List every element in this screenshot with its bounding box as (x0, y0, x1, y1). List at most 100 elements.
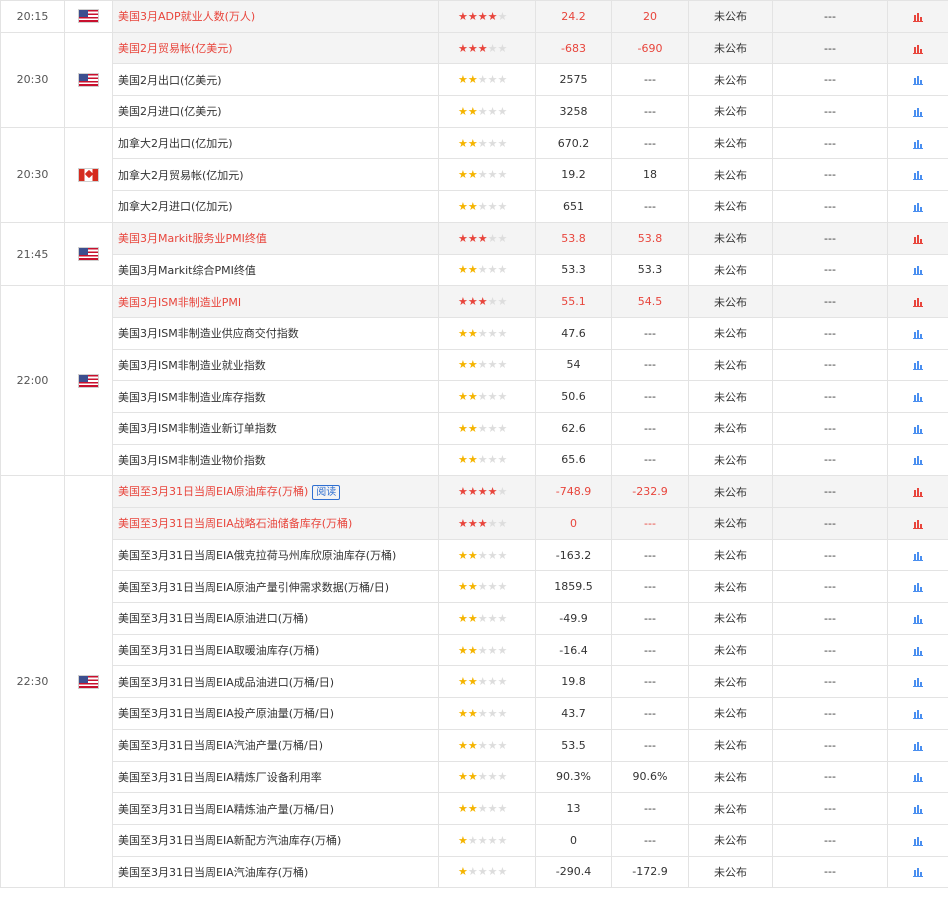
event-name[interactable]: 美国3月Markit综合PMI终值 (118, 264, 256, 277)
event-name-cell[interactable]: 美国3月ISM非制造业物价指数 (112, 443, 439, 477)
event-name-cell[interactable]: 美国3月ISM非制造业就业指数 (112, 348, 439, 382)
bar-chart-icon[interactable] (913, 551, 923, 561)
event-name-cell[interactable]: 美国至3月31日当周EIA精炼油产量(万桶/日) (112, 792, 439, 825)
event-name[interactable]: 美国2月进口(亿美元) (118, 105, 222, 118)
event-name[interactable]: 加拿大2月进口(亿加元) (118, 200, 233, 213)
bar-chart-icon[interactable] (913, 804, 923, 815)
event-row[interactable]: 美国3月ISM非制造业就业指数 ★★★★★ 54 --- 未公布 --- (1, 348, 948, 382)
event-row[interactable]: 美国至3月31日当周EIA战略石油储备库存(万桶) ★★★★★ 0 --- 未公布 --- (1, 507, 948, 540)
chart-link-cell[interactable] (887, 63, 948, 97)
read-tag-button[interactable]: 阅读 (312, 484, 341, 500)
event-name[interactable]: 美国3月ADP就业人数(万人) (118, 10, 255, 23)
event-name[interactable]: 美国至3月31日当周EIA汽油产量(万桶/日) (118, 739, 323, 752)
chart-link-cell[interactable] (887, 126, 948, 160)
event-row[interactable]: 美国至3月31日当周EIA原油产量引伸需求数据(万桶/日) ★★★★★ 1859.5… (1, 570, 948, 604)
event-name[interactable]: 美国至3月31日当周EIA成品油进口(万桶/日) (118, 676, 334, 689)
event-name[interactable]: 美国3月ISM非制造业库存指数 (118, 391, 266, 404)
event-name-cell[interactable]: 美国至3月31日当周EIA新配方汽油库存(万桶) (112, 823, 439, 857)
event-name[interactable]: 美国至3月31日当周EIA原油进口(万桶) (118, 612, 308, 625)
chart-link-cell[interactable] (887, 31, 948, 65)
chart-link-cell[interactable] (887, 538, 948, 572)
event-row[interactable]: 美国至3月31日当周EIA精炼油产量(万桶/日) ★★★★★ 13 --- 未公布 --- (1, 792, 948, 825)
event-name[interactable]: 美国至3月31日当周EIA战略石油储备库存(万桶) (118, 517, 352, 530)
event-row[interactable]: 美国至3月31日当周EIA汽油库存(万桶) ★★★★★ -290.4 -172.9 未公… (1, 855, 948, 889)
event-name[interactable]: 美国3月ISM非制造业新订单指数 (118, 422, 277, 435)
bar-chart-icon[interactable] (913, 170, 923, 181)
chart-link-cell[interactable] (887, 570, 948, 604)
event-name-cell[interactable]: 美国至3月31日当周EIA俄克拉荷马州库欣原油库存(万桶) (112, 538, 439, 572)
bar-chart-icon[interactable] (913, 487, 923, 498)
event-name-cell[interactable]: 美国至3月31日当周EIA原油库存(万桶) 阅读 (112, 475, 439, 508)
event-name-cell[interactable]: 美国2月进口(亿美元) (112, 95, 439, 128)
chart-link-cell[interactable] (887, 380, 948, 413)
event-row[interactable]: 美国2月出口(亿美元) ★★★★★ 2575 --- 未公布 --- (1, 63, 948, 97)
bar-chart-icon[interactable] (913, 75, 923, 86)
event-name[interactable]: 加拿大2月出口(亿加元) (118, 137, 233, 150)
bar-chart-icon[interactable] (913, 234, 923, 244)
event-row[interactable]: 美国至3月31日当周EIA新配方汽油库存(万桶) ★★★★★ 0 --- 未公布 --- (1, 823, 948, 857)
chart-link-cell[interactable] (887, 823, 948, 857)
event-name-cell[interactable]: 美国至3月31日当周EIA汽油产量(万桶/日) (112, 728, 439, 762)
event-name[interactable]: 美国至3月31日当周EIA新配方汽油库存(万桶) (118, 834, 341, 847)
event-row[interactable]: 美国至3月31日当周EIA原油进口(万桶) ★★★★★ -49.9 --- 未公布 --- (1, 602, 948, 635)
chart-link-cell[interactable] (887, 221, 948, 255)
event-row[interactable]: 美国3月Markit综合PMI终值 ★★★★★ 53.3 53.3 未公布 --- (1, 253, 948, 287)
chart-link-cell[interactable] (887, 602, 948, 635)
event-name-cell[interactable]: 美国3月Markit综合PMI终值 (112, 253, 439, 287)
event-row[interactable]: 20:30 加拿大2月出口(亿加元) ★★★★★ 670.2 --- 未公布 --- (0, 126, 948, 223)
event-name[interactable]: 美国至3月31日当周EIA汽油库存(万桶) (118, 866, 308, 879)
event-name-cell[interactable]: 美国至3月31日当周EIA取暖油库存(万桶) (112, 633, 439, 667)
event-name-cell[interactable]: 美国至3月31日当周EIA投产原油量(万桶/日) (112, 697, 439, 730)
event-name[interactable]: 美国3月Markit服务业PMI终值 (118, 232, 267, 245)
event-name-cell[interactable]: 美国至3月31日当周EIA战略石油储备库存(万桶) (112, 507, 439, 540)
event-name[interactable]: 美国至3月31日当周EIA精炼厂设备利用率 (118, 771, 322, 784)
event-name-cell[interactable]: 美国3月ISM非制造业新订单指数 (112, 411, 439, 445)
bar-chart-icon[interactable] (913, 519, 923, 529)
bar-chart-icon[interactable] (913, 614, 923, 624)
event-name-cell[interactable]: 美国3月ISM非制造业供应商交付指数 (112, 316, 439, 350)
event-row[interactable]: 20:30 美国2月贸易帐(亿美元) ★★★★★ -683 -690 未公布 --- (0, 31, 948, 128)
chart-link-cell[interactable] (887, 0, 948, 33)
chart-link-cell[interactable] (887, 411, 948, 445)
bar-chart-icon[interactable] (913, 424, 923, 434)
bar-chart-icon[interactable] (913, 202, 923, 212)
bar-chart-icon[interactable] (913, 677, 923, 688)
bar-chart-icon[interactable] (913, 139, 923, 149)
event-name-cell[interactable]: 美国至3月31日当周EIA原油产量引伸需求数据(万桶/日) (112, 570, 439, 604)
chart-link-cell[interactable] (887, 158, 948, 192)
bar-chart-icon[interactable] (913, 709, 923, 719)
bar-chart-icon[interactable] (913, 107, 923, 117)
bar-chart-icon[interactable] (913, 772, 923, 783)
chart-link-cell[interactable] (887, 728, 948, 762)
event-name-cell[interactable]: 美国2月贸易帐(亿美元) (112, 31, 439, 65)
bar-chart-icon[interactable] (913, 455, 923, 466)
event-name[interactable]: 美国至3月31日当周EIA精炼油产量(万桶/日) (118, 803, 334, 816)
event-name[interactable]: 美国至3月31日当周EIA投产原油量(万桶/日) (118, 707, 334, 720)
event-row[interactable]: 美国至3月31日当周EIA投产原油量(万桶/日) ★★★★★ 43.7 --- 未公布 -… (1, 697, 948, 730)
event-name-cell[interactable]: 美国至3月31日当周EIA原油进口(万桶) (112, 602, 439, 635)
event-name[interactable]: 美国至3月31日当周EIA原油产量引伸需求数据(万桶/日) (118, 581, 389, 594)
chart-link-cell[interactable] (887, 507, 948, 540)
event-name[interactable]: 美国3月ISM非制造业PMI (118, 296, 241, 309)
event-row[interactable]: 加拿大2月贸易帐(亿加元) ★★★★★ 19.2 18 未公布 --- (1, 158, 948, 192)
chart-link-cell[interactable] (887, 697, 948, 730)
event-row[interactable]: 22:30 美国至3月31日当周EIA原油库存(万桶) 阅读 ★★★★★ -748.9-… (0, 475, 948, 889)
event-name[interactable]: 美国至3月31日当周EIA俄克拉荷马州库欣原油库存(万桶) (118, 549, 396, 562)
event-row[interactable]: 美国至3月31日当周EIA取暖油库存(万桶) ★★★★★ -16.4 --- 未公布 --… (1, 633, 948, 667)
bar-chart-icon[interactable] (913, 44, 923, 54)
event-row[interactable]: 美国至3月31日当周EIA俄克拉荷马州库欣原油库存(万桶) ★★★★★ -163.2… (1, 538, 948, 572)
chart-link-cell[interactable] (887, 285, 948, 318)
chart-link-cell[interactable] (887, 760, 948, 794)
event-name[interactable]: 美国3月ISM非制造业物价指数 (118, 454, 266, 467)
event-row[interactable]: 美国至3月31日当周EIA汽油产量(万桶/日) ★★★★★ 53.5 --- 未公布 --… (1, 728, 948, 762)
event-name[interactable]: 美国3月ISM非制造业供应商交付指数 (118, 327, 299, 340)
bar-chart-icon[interactable] (913, 265, 923, 276)
event-name-cell[interactable]: 美国2月出口(亿美元) (112, 63, 439, 97)
event-name-cell[interactable]: 美国3月Markit服务业PMI终值 (112, 221, 439, 255)
event-name[interactable]: 美国2月出口(亿美元) (118, 74, 222, 87)
bar-chart-icon[interactable] (913, 741, 923, 751)
event-name-cell[interactable]: 加拿大2月出口(亿加元) (112, 126, 439, 160)
event-row[interactable]: 21:45 美国3月Markit服务业PMI终值 ★★★★★ 53.8 53.8 未公布 -… (0, 221, 948, 287)
event-row[interactable]: 美国3月ISM非制造业新订单指数 ★★★★★ 62.6 --- 未公布 --- (1, 411, 948, 445)
event-row[interactable]: 20:15 美国3月ADP就业人数(万人) ★★★★★ 24.2 20 未公布 --- (0, 0, 948, 33)
